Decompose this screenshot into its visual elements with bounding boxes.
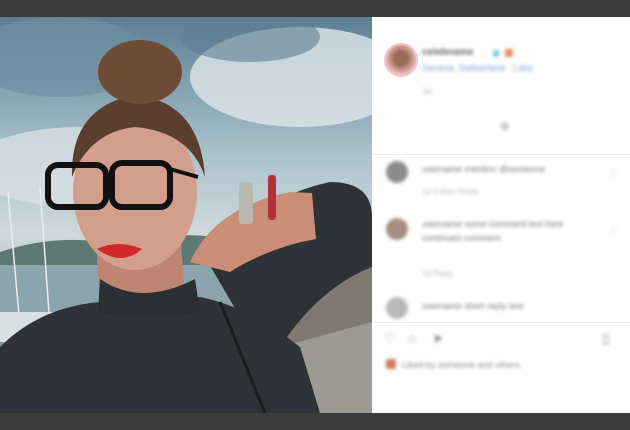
divider: [372, 154, 630, 155]
comment-text: username some comment text here: [422, 219, 564, 229]
post-location[interactable]: Geneva, Switzerland · Lake: [422, 63, 533, 73]
comment-like-icon[interactable]: ♡: [609, 226, 618, 237]
comment-text-continued: continued comment: [422, 233, 501, 243]
post-window: celebname Geneva, Switzerland · Lake 1d …: [0, 17, 630, 413]
share-icon[interactable]: ➤: [432, 330, 444, 347]
bookmark-icon[interactable]: ▯: [602, 330, 610, 347]
commenter-avatar[interactable]: [386, 218, 408, 240]
post-actions: ♡ ○ ➤ ▯: [384, 330, 618, 350]
commenter-avatar[interactable]: [386, 297, 408, 319]
heart-icon[interactable]: ♡: [384, 330, 397, 347]
photo-illustration: [0, 17, 372, 413]
author-username[interactable]: celebname: [422, 47, 474, 58]
post-header: celebname Geneva, Switzerland · Lake 1d: [372, 17, 630, 97]
commenter-avatar[interactable]: [386, 161, 408, 183]
verified-badge-icon: [493, 50, 499, 57]
post-photo[interactable]: [0, 17, 372, 413]
comment-text: username mention @someone: [422, 164, 546, 174]
comment-text: username short reply text: [422, 301, 524, 311]
author-avatar[interactable]: [384, 43, 418, 77]
emoji-icon: [505, 49, 513, 57]
post-sidebar: celebname Geneva, Switzerland · Lake 1d …: [372, 17, 630, 413]
post-time: 1d: [422, 87, 431, 96]
comment-meta: 1d Reply: [422, 269, 454, 278]
comment-like-icon[interactable]: ♡: [609, 169, 618, 180]
comment-meta: 1d 3 likes Reply: [422, 187, 479, 196]
load-more-comments-icon[interactable]: ⊕: [494, 119, 516, 133]
comment-icon[interactable]: ○: [408, 330, 416, 346]
liker-avatar[interactable]: [386, 359, 396, 369]
divider: [372, 322, 630, 323]
likes-summary[interactable]: Liked by someone and others: [402, 360, 520, 370]
